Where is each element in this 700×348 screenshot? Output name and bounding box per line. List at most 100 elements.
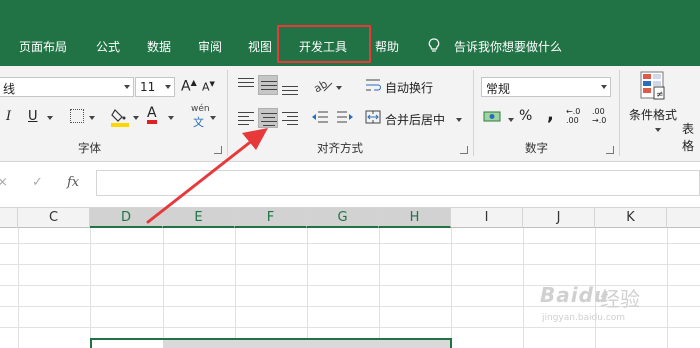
column-header-g[interactable]: G [307,208,379,228]
bottom-align-button[interactable] [280,79,300,99]
chevron-down-icon [168,115,174,120]
decrease-decimal-button[interactable]: .00 →.0 [592,107,614,125]
chevron-down-icon [508,117,514,122]
orientation-dropdown[interactable] [333,80,342,94]
column-header-row: C D E F G H I J K [0,207,700,228]
merge-center-icon [365,110,381,124]
formula-bar: × ✓ fx [0,162,700,207]
ribbon-home: 线 11 A▲ A▼ I U A wén 文 字体 ab 自动换行 合并后居中 … [0,66,700,162]
conditional-formatting-dropdown[interactable] [652,122,661,136]
shrink-font-button[interactable]: A▼ [202,80,215,94]
chevron-down-icon[interactable] [165,85,171,89]
tab-view[interactable]: 视图 [248,38,272,55]
chevron-down-icon [456,117,462,122]
number-format-combo[interactable]: 常规 [481,77,611,97]
font-size-value: 11 [140,80,156,94]
font-name-combo[interactable]: 线 [0,77,134,97]
column-header-h[interactable]: H [379,208,451,228]
phonetic-dropdown[interactable] [207,110,216,124]
insert-function-button[interactable]: fx [67,175,79,190]
fill-color-swatch [111,123,129,127]
tab-data[interactable]: 数据 [147,38,171,55]
column-header-k[interactable]: K [595,208,667,228]
top-align-button[interactable] [236,75,256,95]
number-dialog-launcher[interactable] [606,146,614,154]
comma-style-button[interactable]: , [547,104,554,125]
chevron-down-icon [133,115,139,120]
column-header-e[interactable]: E [163,208,235,228]
enter-icon[interactable]: ✓ [32,175,43,190]
column-header-d[interactable]: D [90,208,163,228]
grow-font-letter: A [181,78,191,95]
increase-decimal-button[interactable]: ←.0 .00 [566,107,588,125]
italic-button[interactable]: I [6,109,11,124]
decrease-indent-icon[interactable] [311,110,329,124]
chevron-down-icon [47,115,53,120]
baidu-jingyan-watermark: Baidu 经验 jingyan.baidu.com [540,283,690,323]
shrink-font-letter: A [202,80,210,94]
format-as-table-button[interactable]: 表格 [682,120,700,154]
alignment-group-label: 对齐方式 [317,141,363,155]
column-header-f[interactable]: F [235,208,307,228]
column-header-c[interactable]: C [18,208,90,228]
wrap-text-icon [366,79,381,91]
selected-range[interactable] [90,338,452,348]
merge-center-dropdown[interactable] [453,112,462,126]
right-align-button[interactable] [280,108,300,128]
currency-dropdown[interactable] [505,112,514,126]
tab-review[interactable]: 审阅 [198,38,222,55]
number-format-value: 常规 [486,82,511,96]
group-divider [473,70,474,156]
chevron-down-icon[interactable] [601,85,607,89]
underline-dropdown[interactable] [44,110,53,124]
conditional-formatting-icon: ≠ [640,71,665,100]
underline-button[interactable]: U [28,109,38,124]
borders-dropdown[interactable] [86,110,95,124]
column-header-i[interactable]: I [451,208,523,228]
percent-button[interactable]: % [519,108,532,124]
middle-align-button[interactable] [258,75,278,95]
font-name-value: 线 [3,82,16,96]
cancel-icon[interactable]: × [0,175,8,190]
lightbulb-icon [428,38,440,52]
conditional-formatting-button[interactable]: 条件格式 [629,106,677,123]
column-header-j[interactable]: J [523,208,595,228]
svg-text:ab: ab [312,77,330,93]
chevron-down-icon [89,115,95,120]
tab-page-layout[interactable]: 页面布局 [19,38,67,55]
font-group-label: 字体 [78,141,101,155]
orientation-icon[interactable]: ab [312,77,334,93]
svg-text:≠: ≠ [656,90,664,100]
watermark-brand: Baidu [540,283,610,307]
column-header-l-partial[interactable] [667,208,700,228]
font-dialog-launcher[interactable] [214,146,222,154]
font-color-button[interactable]: A [147,106,157,124]
alignment-dialog-launcher[interactable] [460,146,468,154]
increase-indent-icon[interactable] [336,110,354,124]
merge-center-button[interactable]: 合并后居中 [385,111,445,128]
phonetic-guide-button[interactable]: 文 [193,114,204,130]
grow-font-button[interactable]: A▲ [181,78,197,95]
currency-icon[interactable] [483,109,503,125]
tab-formulas[interactable]: 公式 [96,38,120,55]
group-divider [619,70,620,156]
center-align-button[interactable] [258,108,278,128]
chevron-down-icon [655,127,661,132]
font-size-combo[interactable]: 11 [135,77,175,97]
formula-input[interactable] [96,170,700,196]
chevron-down-icon [336,85,342,90]
column-header-b-partial[interactable] [0,208,18,228]
fill-color-icon[interactable] [111,107,129,127]
borders-button[interactable] [70,109,84,123]
watermark-url: jingyan.baidu.com [542,313,626,323]
tell-me-search[interactable]: 告诉我你想要做什么 [454,38,562,55]
left-align-button[interactable] [236,108,256,128]
font-color-dropdown[interactable] [165,110,174,124]
watermark-subtitle: 经验 [600,287,640,311]
group-divider [227,70,228,156]
fill-color-dropdown[interactable] [130,110,139,124]
wrap-text-button[interactable]: 自动换行 [385,79,433,96]
tab-help[interactable]: 帮助 [375,38,399,55]
chevron-down-icon[interactable] [124,85,130,89]
developer-tab-highlight-box [277,25,371,63]
